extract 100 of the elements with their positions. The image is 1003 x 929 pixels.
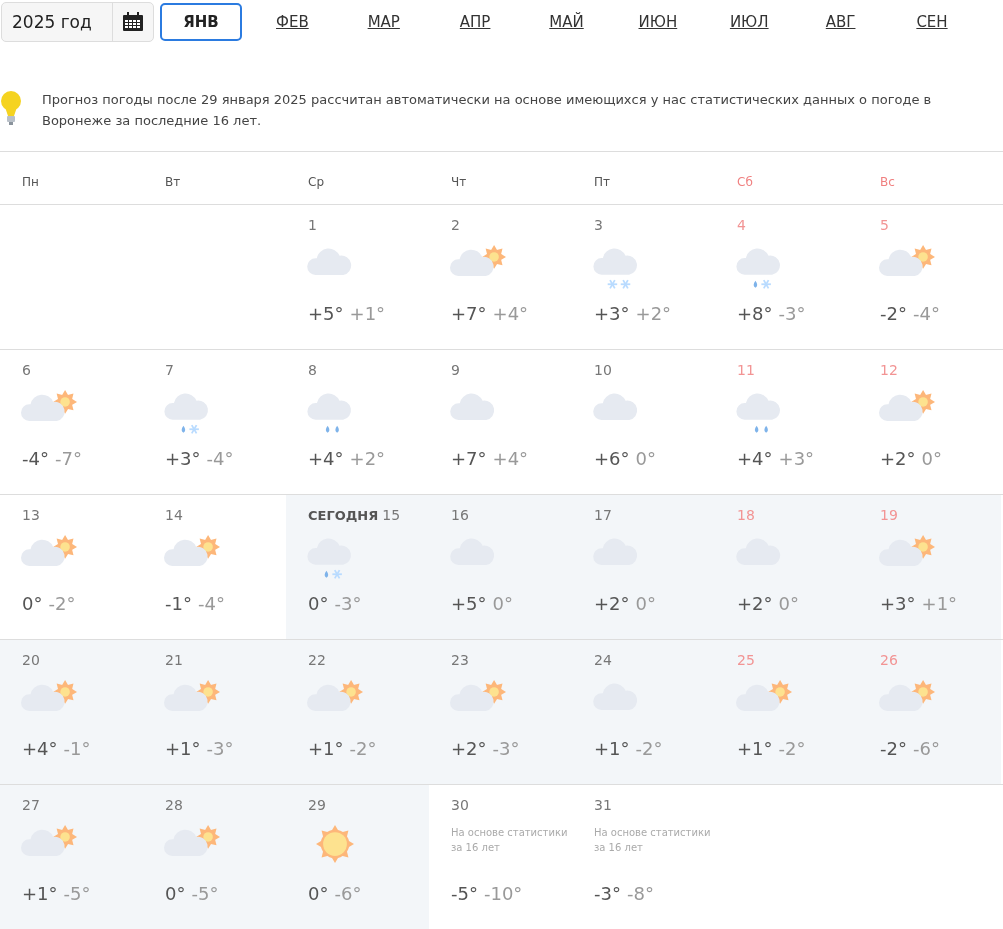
- day-cell[interactable]: 24 +1° -2°: [572, 640, 715, 784]
- day-number: 11: [737, 362, 755, 378]
- day-cell[interactable]: 10 +6° 0°: [572, 350, 715, 494]
- day-number: 30: [451, 797, 469, 813]
- low-temperature: -2°: [349, 738, 377, 759]
- day-cell[interactable]: 4 +8° -3°: [715, 205, 858, 349]
- day-cell[interactable]: 22 +1° -2°: [286, 640, 429, 784]
- day-cell[interactable]: 29 0° -6°: [286, 785, 429, 929]
- month-tab[interactable]: ИЮЛ: [708, 5, 791, 39]
- day-number: 26: [880, 652, 898, 668]
- low-temperature: -5°: [191, 883, 219, 904]
- high-temperature: -5°: [451, 883, 478, 904]
- day-cell[interactable]: 28 0° -5°: [143, 785, 286, 929]
- day-number: 2: [451, 217, 460, 233]
- day-cell[interactable]: 16 +5° 0°: [429, 495, 572, 639]
- month-tab[interactable]: МАЙ: [525, 5, 608, 39]
- year-picker[interactable]: 2025 год: [1, 2, 154, 42]
- day-cell[interactable]: 21 +1° -3°: [143, 640, 286, 784]
- weekday-label: Вс: [880, 175, 895, 189]
- day-cell[interactable]: 30 На основе статистики за 16 лет -5° -10°: [429, 785, 572, 929]
- day-cell[interactable]: 9 +7° +4°: [429, 350, 572, 494]
- high-temperature: +3°: [165, 448, 201, 469]
- day-cell[interactable]: 17 +2° 0°: [572, 495, 715, 639]
- day-number: 16: [451, 507, 469, 523]
- day-cell[interactable]: 18 +2° 0°: [715, 495, 858, 639]
- month-tab[interactable]: АПР: [434, 5, 517, 39]
- day-cell[interactable]: 12 +2° 0°: [858, 350, 1001, 494]
- high-temperature: -2°: [880, 738, 907, 759]
- day-number: 3: [594, 217, 603, 233]
- high-temperature: +1°: [22, 883, 58, 904]
- day-cell[interactable]: 8 +4° +2°: [286, 350, 429, 494]
- high-temperature: +4°: [22, 738, 58, 759]
- month-tab[interactable]: АВГ: [799, 5, 882, 39]
- day-cell[interactable]: 31 На основе статистики за 16 лет -3° -8°: [572, 785, 715, 929]
- low-temperature: -3°: [334, 593, 362, 614]
- low-temperature: -2°: [778, 738, 806, 759]
- calendar-icon: [122, 12, 144, 32]
- low-temperature: +4°: [492, 448, 529, 469]
- low-temperature: 0°: [492, 593, 513, 614]
- day-cell[interactable]: 1 +5° +1°: [286, 205, 429, 349]
- day-cell[interactable]: 23 +2° -3°: [429, 640, 572, 784]
- day-number: 20: [22, 652, 40, 668]
- day-number: 14: [165, 507, 183, 523]
- high-temperature: +3°: [880, 593, 916, 614]
- day-cell[interactable]: СЕГОДНЯ 15 0° -3°: [286, 495, 429, 639]
- day-number: 19: [880, 507, 898, 523]
- day-cell[interactable]: 13 0° -2°: [0, 495, 143, 639]
- month-tab[interactable]: ЯНВ: [160, 3, 242, 41]
- day-cell[interactable]: 26 -2° -6°: [858, 640, 1001, 784]
- year-value: 2025 год: [11, 11, 93, 34]
- day-number: 24: [594, 652, 612, 668]
- day-number: 29: [308, 797, 326, 813]
- day-cell[interactable]: 19 +3° +1°: [858, 495, 1001, 639]
- day-cell[interactable]: 5 -2° -4°: [858, 205, 1001, 349]
- day-cell[interactable]: 20 +4° -1°: [0, 640, 143, 784]
- low-temperature: -3°: [492, 738, 520, 759]
- low-temperature: +2°: [349, 448, 386, 469]
- high-temperature: +7°: [451, 448, 487, 469]
- weekday-label: Сб: [737, 175, 753, 189]
- weekday-label: Ср: [308, 175, 324, 189]
- low-temperature: -8°: [626, 883, 654, 904]
- low-temperature: 0°: [778, 593, 799, 614]
- weekday-label: Чт: [451, 175, 467, 189]
- high-temperature: +2°: [594, 593, 630, 614]
- day-cell[interactable]: 3 +3° +2°: [572, 205, 715, 349]
- day-cell[interactable]: 11 +4° +3°: [715, 350, 858, 494]
- low-temperature: +2°: [635, 303, 672, 324]
- high-temperature: +1°: [594, 738, 630, 759]
- low-temperature: -5°: [63, 883, 91, 904]
- month-tab[interactable]: ФЕВ: [251, 5, 334, 39]
- day-cell[interactable]: 27 +1° -5°: [0, 785, 143, 929]
- low-temperature: +4°: [492, 303, 529, 324]
- low-temperature: -10°: [483, 883, 523, 904]
- high-temperature: +3°: [594, 303, 630, 324]
- low-temperature: -6°: [912, 738, 940, 759]
- today-label: СЕГОДНЯ: [308, 508, 379, 523]
- low-temperature: -3°: [206, 738, 234, 759]
- month-tab[interactable]: СЕН: [891, 5, 973, 39]
- day-number: 25: [737, 652, 755, 668]
- day-cell[interactable]: 2 +7° +4°: [429, 205, 572, 349]
- high-temperature: 0°: [308, 593, 329, 614]
- day-cell[interactable]: 6 -4° -7°: [0, 350, 143, 494]
- high-temperature: +2°: [451, 738, 487, 759]
- statistics-note: На основе статистики за 16 лет: [594, 826, 712, 855]
- low-temperature: -2°: [48, 593, 76, 614]
- high-temperature: +4°: [308, 448, 344, 469]
- day-cell[interactable]: 25 +1° -2°: [715, 640, 858, 784]
- day-cell[interactable]: 14 -1° -4°: [143, 495, 286, 639]
- low-temperature: -3°: [778, 303, 806, 324]
- high-temperature: +1°: [308, 738, 344, 759]
- month-tab[interactable]: ИЮН: [616, 5, 699, 39]
- high-temperature: -4°: [22, 448, 49, 469]
- high-temperature: 0°: [308, 883, 329, 904]
- day-number: 13: [22, 507, 40, 523]
- day-cell[interactable]: 7 +3° -4°: [143, 350, 286, 494]
- day-number: 1: [308, 217, 317, 233]
- day-number: 17: [594, 507, 612, 523]
- month-tab[interactable]: МАР: [342, 5, 425, 39]
- day-number: 4: [737, 217, 746, 233]
- high-temperature: +5°: [451, 593, 487, 614]
